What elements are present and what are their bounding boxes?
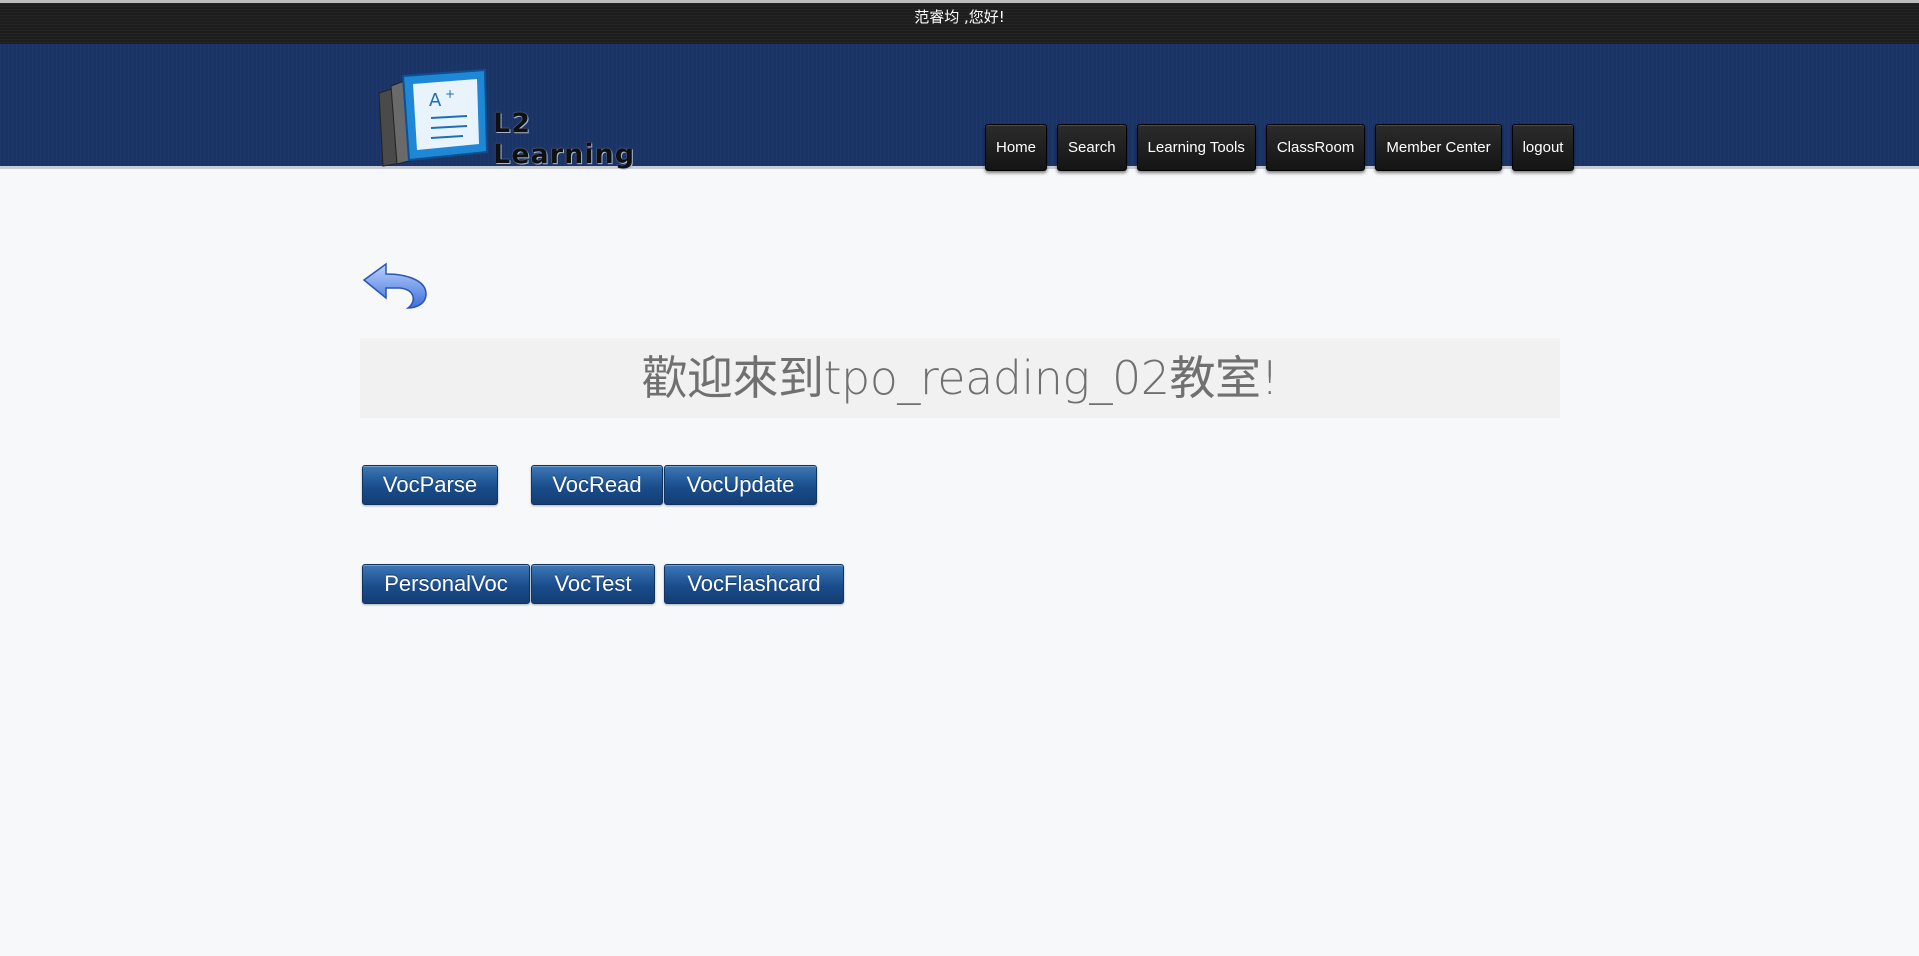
voc-test-button[interactable]: VocTest (531, 564, 655, 604)
nav-member-center-button[interactable]: Member Center (1375, 124, 1502, 171)
logo-book-icon: A + (378, 68, 489, 167)
personal-voc-button[interactable]: PersonalVoc (362, 564, 530, 604)
voc-parse-button[interactable]: VocParse (362, 465, 498, 505)
svg-text:+: + (445, 87, 455, 101)
site-header: A + L2 Learning Home Search Learning Too… (0, 43, 1919, 171)
nav-logout-button[interactable]: logout (1511, 124, 1575, 171)
voc-flashcard-button[interactable]: VocFlashcard (664, 564, 844, 604)
greeting-text: 范睿均 ,您好! (914, 8, 1005, 26)
logo-text: L2 Learning (493, 108, 636, 170)
site-logo[interactable]: A + L2 Learning (373, 68, 673, 170)
nav-home-button[interactable]: Home (985, 124, 1048, 171)
voc-update-button[interactable]: VocUpdate (664, 465, 817, 505)
nav-learning-tools-button[interactable]: Learning Tools (1136, 124, 1256, 171)
welcome-heading: 歡迎來到tpo_reading_02教室! (360, 338, 1560, 418)
nav-search-button[interactable]: Search (1057, 124, 1127, 171)
greeting-bar: 范睿均 ,您好! (0, 3, 1919, 43)
nav-classroom-button[interactable]: ClassRoom (1265, 124, 1366, 171)
back-arrow-icon[interactable] (360, 260, 430, 310)
svg-text:A: A (429, 90, 442, 111)
main-nav: Home Search Learning Tools ClassRoom Mem… (985, 124, 1575, 171)
voc-read-button[interactable]: VocRead (531, 465, 663, 505)
